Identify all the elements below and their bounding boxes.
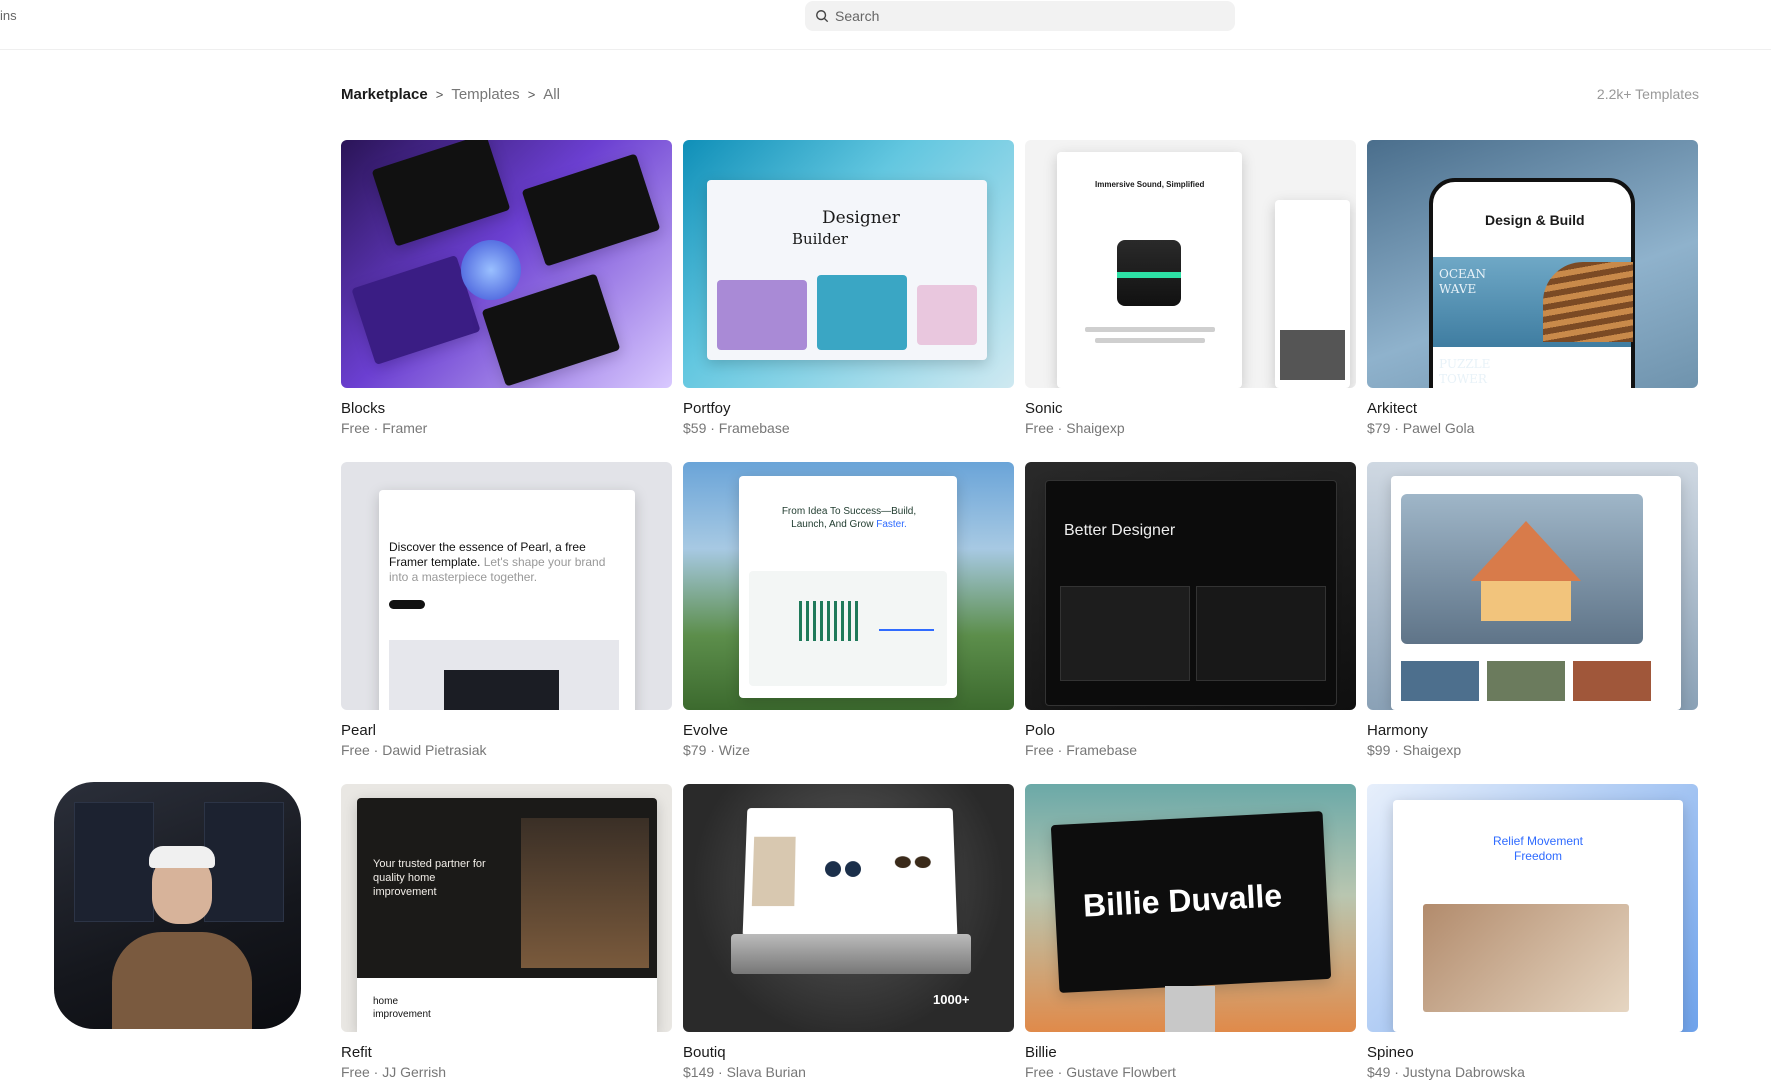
template-title: Harmony (1367, 722, 1428, 739)
search-icon (816, 10, 829, 23)
pearl-text: Discover the essence of Pearl, a free Fr… (389, 540, 606, 584)
breadcrumb: Marketplace > Templates > All (341, 86, 560, 103)
search-bar[interactable] (805, 1, 1235, 31)
template-thumbnail[interactable]: Designer Builder (683, 140, 1014, 388)
template-meta: $49 · Justyna Dabrowska (1367, 1064, 1525, 1080)
arkitect-puzzle: PUZZLE TOWER (1439, 357, 1491, 386)
template-meta: $99 · Shaigexp (1367, 742, 1462, 758)
template-title: Refit (341, 1044, 372, 1061)
template-title: Blocks (341, 400, 386, 417)
billie-heading: Billie Duvalle (1082, 877, 1283, 924)
template-meta: $149 · Slava Burian (683, 1064, 806, 1080)
template-card-boutiq[interactable]: 1000+ Boutiq $149 · Slava Burian (683, 784, 1014, 1080)
template-card-arkitect[interactable]: Design & Build OCEAN WAVE PUZZLE TOWER A… (1367, 140, 1698, 436)
evolve-heading: From Idea To Success—Build, Launch, And … (781, 506, 917, 530)
search-input[interactable] (835, 8, 1215, 24)
template-meta: Free · Dawid Pietrasiak (341, 742, 487, 758)
breadcrumb-marketplace[interactable]: Marketplace (341, 86, 428, 103)
webcam-overlay (54, 782, 301, 1029)
boutiq-badge: 1000+ (933, 992, 970, 1007)
template-meta: Free · Framer (341, 420, 428, 436)
template-thumbnail[interactable]: From Idea To Success—Build, Launch, And … (683, 462, 1014, 710)
chevron-right-icon: > (527, 87, 536, 102)
template-grid: Blocks Free · Framer Designer Builder Po… (341, 140, 1698, 1080)
template-title: Polo (1025, 722, 1056, 739)
template-card-spineo[interactable]: Relief Movement Freedom Spineo $49 · Jus… (1367, 784, 1698, 1080)
template-meta: Free · Shaigexp (1025, 420, 1125, 436)
refit-sub: home improvement (373, 996, 431, 1020)
template-thumbnail[interactable]: Your trusted partner for quality home im… (341, 784, 672, 1032)
portfoy-heading-2: Builder (792, 230, 848, 248)
template-thumbnail[interactable]: Immersive Sound, Simplified (1025, 140, 1356, 388)
cut-off-label: ins (0, 8, 17, 23)
template-card-refit[interactable]: Your trusted partner for quality home im… (341, 784, 672, 1080)
template-title: Spineo (1367, 1044, 1414, 1061)
sonic-heading: Immersive Sound, Simplified (1095, 180, 1205, 189)
breadcrumb-all[interactable]: All (543, 86, 560, 103)
template-meta: Free · JJ Gerrish (341, 1064, 447, 1080)
template-card-pearl[interactable]: Discover the essence of Pearl, a free Fr… (341, 462, 672, 758)
template-thumbnail[interactable]: Better Designer (1025, 462, 1356, 710)
top-bar: ins (0, 0, 1771, 50)
chevron-right-icon: > (435, 87, 444, 102)
template-card-blocks[interactable]: Blocks Free · Framer (341, 140, 672, 436)
template-title: Boutiq (683, 1044, 726, 1061)
template-meta: Free · Gustave Flowbert (1025, 1064, 1176, 1080)
template-card-billie[interactable]: Billie Duvalle Billie Free · Gustave Flo… (1025, 784, 1356, 1080)
spineo-heading: Relief Movement Freedom (1492, 834, 1584, 863)
template-meta: Free · Framebase (1025, 742, 1138, 758)
template-card-harmony[interactable]: Harmony $99 · Shaigexp (1367, 462, 1698, 758)
template-title: Billie (1025, 1044, 1057, 1061)
templates-count: 2.2k+ Templates (1596, 86, 1699, 102)
template-title: Evolve (683, 722, 729, 739)
template-card-portfoy[interactable]: Designer Builder Portfoy $59 · Framebase (683, 140, 1014, 436)
template-meta: $79 · Wize (683, 742, 750, 758)
template-title: Portfoy (683, 400, 731, 417)
template-thumbnail[interactable]: Design & Build OCEAN WAVE PUZZLE TOWER (1367, 140, 1698, 388)
template-thumbnail[interactable] (341, 140, 672, 388)
template-card-polo[interactable]: Better Designer Polo Free · Framebase (1025, 462, 1356, 758)
template-title: Sonic (1025, 400, 1063, 417)
template-thumbnail[interactable] (1367, 462, 1698, 710)
template-meta: $59 · Framebase (683, 420, 790, 436)
polo-heading: Better Designer (1064, 522, 1176, 539)
template-thumbnail[interactable]: 1000+ (683, 784, 1014, 1032)
template-thumbnail[interactable]: Discover the essence of Pearl, a free Fr… (341, 462, 672, 710)
template-card-evolve[interactable]: From Idea To Success—Build, Launch, And … (683, 462, 1014, 758)
breadcrumb-templates[interactable]: Templates (451, 86, 519, 103)
template-thumbnail[interactable]: Relief Movement Freedom (1367, 784, 1698, 1032)
template-meta: $79 · Pawel Gola (1367, 420, 1475, 436)
template-thumbnail[interactable]: Billie Duvalle (1025, 784, 1356, 1032)
refit-heading: Your trusted partner for quality home im… (373, 858, 486, 898)
template-title: Arkitect (1367, 400, 1418, 417)
template-title: Pearl (341, 722, 377, 739)
arkitect-ocean: OCEAN WAVE (1439, 267, 1486, 296)
portfoy-heading: Designer (822, 208, 900, 228)
arkitect-heading: Design & Build (1485, 212, 1585, 228)
template-card-sonic[interactable]: Immersive Sound, Simplified Sonic Free ·… (1025, 140, 1356, 436)
